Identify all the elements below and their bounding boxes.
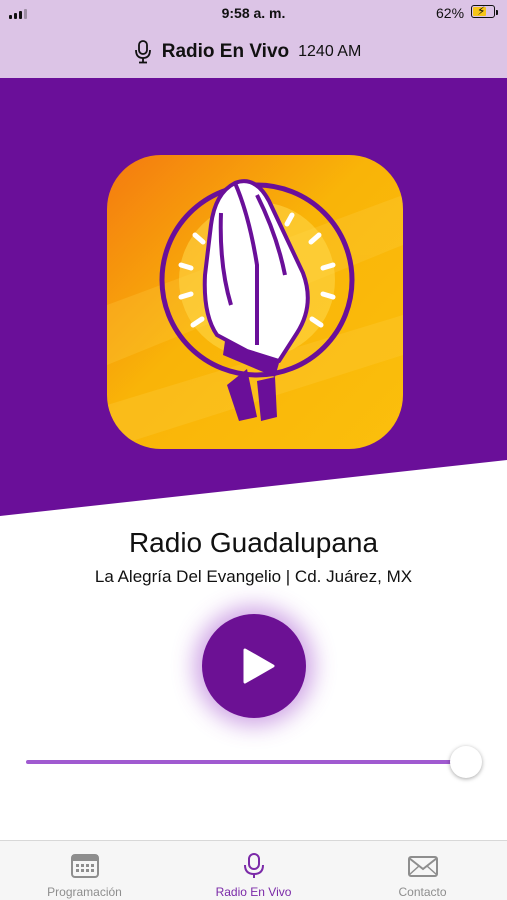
station-name: Radio Guadalupana bbox=[128, 527, 379, 558]
tab-programacion[interactable]: Programación bbox=[0, 841, 169, 900]
battery-icon: ⚡ bbox=[471, 4, 495, 18]
status-time: 9:58 a. m. bbox=[221, 5, 286, 21]
microphone-icon bbox=[134, 40, 151, 64]
tab-bar: Programación Radio En Vivo Contacto bbox=[0, 840, 507, 900]
volume-track[interactable] bbox=[26, 760, 466, 764]
battery-percent: 62% bbox=[436, 5, 465, 21]
tab-label: Contacto bbox=[398, 885, 447, 899]
station-tagline: La Alegría Del Evangelio | Cd. Juárez, M… bbox=[94, 567, 413, 586]
tab-label: Programación bbox=[47, 885, 122, 899]
praying-hands-logo bbox=[107, 155, 403, 449]
nav-bar: Radio En Vivo 1240 AM bbox=[0, 26, 507, 78]
volume-thumb[interactable] bbox=[450, 746, 482, 778]
play-icon bbox=[243, 648, 275, 684]
battery-nub bbox=[496, 10, 498, 15]
mail-icon bbox=[408, 856, 438, 877]
nav-title: Radio En Vivo bbox=[161, 41, 290, 62]
status-bar: 9:58 a. m. 62% ⚡ bbox=[0, 0, 507, 26]
calendar-icon bbox=[71, 854, 99, 878]
play-button[interactable] bbox=[202, 614, 306, 718]
tab-radio-en-vivo[interactable]: Radio En Vivo bbox=[169, 841, 338, 900]
microphone-icon bbox=[244, 853, 264, 878]
volume-slider[interactable] bbox=[26, 740, 486, 784]
tab-label: Radio En Vivo bbox=[215, 885, 292, 899]
tab-contacto[interactable]: Contacto bbox=[338, 841, 507, 900]
station-frequency: 1240 AM bbox=[298, 43, 362, 60]
